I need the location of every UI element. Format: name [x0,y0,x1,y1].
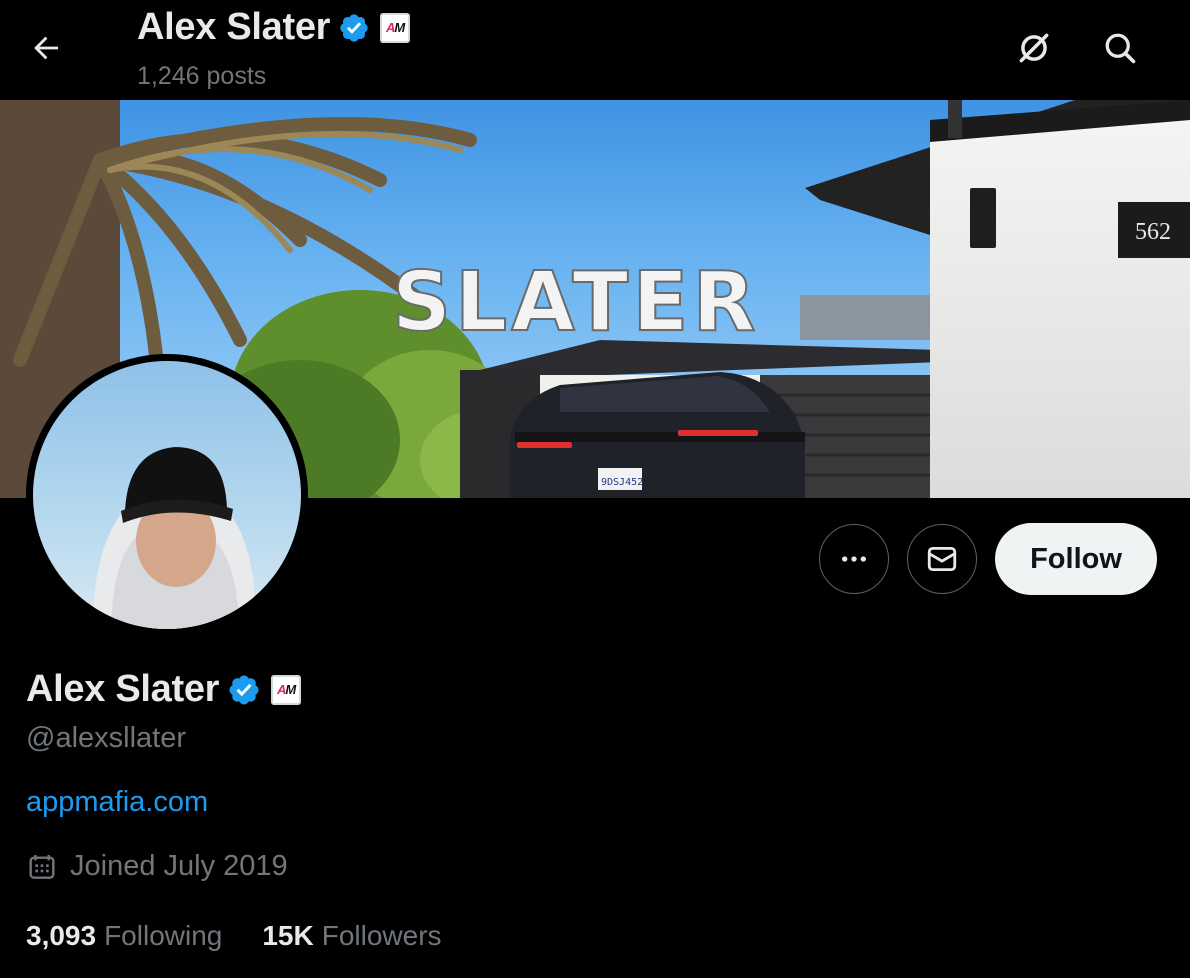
header-name: Alex Slater [137,6,331,48]
grok-button[interactable] [1012,26,1056,70]
banner-title: SLATER [392,255,760,350]
profile-name-row: Alex Slater AM [26,668,302,711]
joined-date: Joined July 2019 [70,850,288,882]
verified-badge-icon [338,12,370,44]
following-stat[interactable]: 3,093 Following [26,920,222,952]
license-plate: 9DSJ452 [601,477,643,488]
avatar[interactable] [26,354,308,636]
posts-count: 1,246 posts [137,62,267,90]
profile-handle: @alexsllater [26,722,186,754]
follow-stats: 3,093 Following 15K Followers [26,920,482,952]
followers-count: 15K [262,920,314,951]
avatar-image [33,361,301,629]
profile-name: Alex Slater [26,668,220,710]
joined-date-row: Joined July 2019 [26,850,288,883]
more-icon [842,556,866,562]
following-label: Following [104,920,223,951]
calendar-icon [29,854,55,879]
top-bar: Alex Slater AM 1,246 posts [0,0,1190,100]
search-icon [1105,33,1136,64]
header-title-row: Alex Slater AM [137,6,411,49]
grok-icon [1019,33,1049,63]
affiliate-badge-label: AM [386,20,405,35]
follow-button[interactable]: Follow [995,523,1157,595]
affiliate-badge-label: AM [277,682,296,697]
verified-badge-icon[interactable] [227,673,261,707]
back-button[interactable] [22,24,70,72]
affiliate-badge[interactable]: AM [380,12,411,43]
affiliate-badge[interactable]: AM [271,674,302,705]
following-count: 3,093 [26,920,97,951]
website-link[interactable]: appmafia.com [26,786,208,819]
message-button[interactable] [907,524,977,594]
arrow-left-icon [34,36,59,60]
search-button[interactable] [1098,26,1142,70]
followers-label: Followers [321,920,442,951]
envelope-icon [927,546,957,572]
more-button[interactable] [819,524,889,594]
house-number: 562 [1135,219,1171,245]
followers-stat[interactable]: 15K Followers [262,920,441,952]
